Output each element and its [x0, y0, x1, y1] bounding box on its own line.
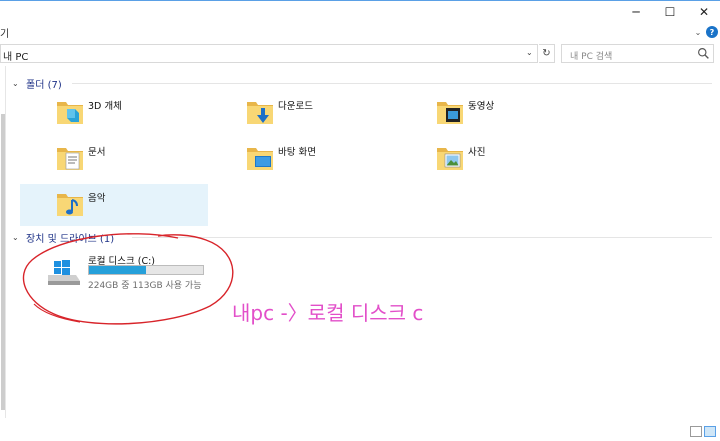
folder-name: 3D 개체	[88, 101, 122, 112]
folder-item-videos[interactable]: 동영상	[400, 92, 588, 134]
maximize-button[interactable]: ☐	[656, 3, 684, 21]
folder-name: 음악	[88, 193, 106, 204]
folder-item-pictures[interactable]: 사진	[400, 138, 588, 180]
documents-folder-icon	[57, 148, 83, 170]
refresh-button[interactable]: ↻	[539, 44, 555, 63]
section-divider	[72, 83, 712, 84]
search-icon[interactable]	[697, 47, 710, 60]
annotation-text: 내pc -〉로컬 디스크 c	[232, 301, 424, 325]
details-view-button[interactable]	[690, 426, 702, 437]
folder-name: 문서	[88, 147, 106, 158]
title-bar: ─ ☐ ✕	[0, 0, 720, 22]
status-bar	[0, 422, 720, 441]
pictures-folder-icon	[437, 148, 463, 170]
section-folders-header[interactable]: ⌄ 폴더 (7)	[12, 76, 62, 91]
folder-item-music[interactable]: 음악	[20, 184, 208, 226]
downloads-folder-icon	[247, 102, 273, 124]
folder-name: 사진	[468, 147, 486, 158]
close-button[interactable]: ✕	[690, 3, 718, 21]
minimize-button[interactable]: ─	[622, 3, 650, 21]
help-icon[interactable]: ?	[706, 26, 718, 38]
videos-folder-icon	[437, 102, 463, 124]
folder-item-documents[interactable]: 문서	[20, 138, 208, 180]
scrollbar-thumb[interactable]	[1, 114, 5, 410]
search-placeholder: 내 PC 검색	[570, 52, 613, 62]
desktop-folder-icon	[247, 148, 273, 170]
large-icons-view-button[interactable]	[704, 426, 716, 437]
music-folder-icon	[57, 194, 83, 216]
address-path[interactable]: 내 PC	[3, 48, 28, 63]
annotation-circle	[22, 233, 234, 325]
search-input[interactable]: 내 PC 검색	[561, 44, 714, 63]
address-bar[interactable]: 내 PC ⌄	[0, 44, 538, 63]
ribbon: 기 ⌄ ?	[0, 22, 720, 42]
section-folders-title: 폴더 (7)	[26, 79, 62, 91]
ribbon-tab-view[interactable]: 기	[0, 25, 9, 40]
folder-item-downloads[interactable]: 다운로드	[210, 92, 398, 134]
chevron-down-icon[interactable]: ⌄	[12, 79, 20, 88]
chevron-down-icon[interactable]: ⌄	[692, 26, 704, 38]
address-dropdown-icon[interactable]: ⌄	[526, 48, 533, 57]
3d-objects-folder-icon	[57, 102, 83, 124]
folder-item-3d-objects[interactable]: 3D 개체	[20, 92, 208, 134]
folder-item-desktop[interactable]: 바탕 화면	[210, 138, 398, 180]
folder-name: 동영상	[468, 101, 495, 112]
chevron-down-icon[interactable]: ⌄	[12, 233, 20, 242]
folder-name: 다운로드	[278, 101, 313, 112]
folder-name: 바탕 화면	[278, 147, 316, 158]
navigation-scrollbar[interactable]	[0, 66, 6, 418]
